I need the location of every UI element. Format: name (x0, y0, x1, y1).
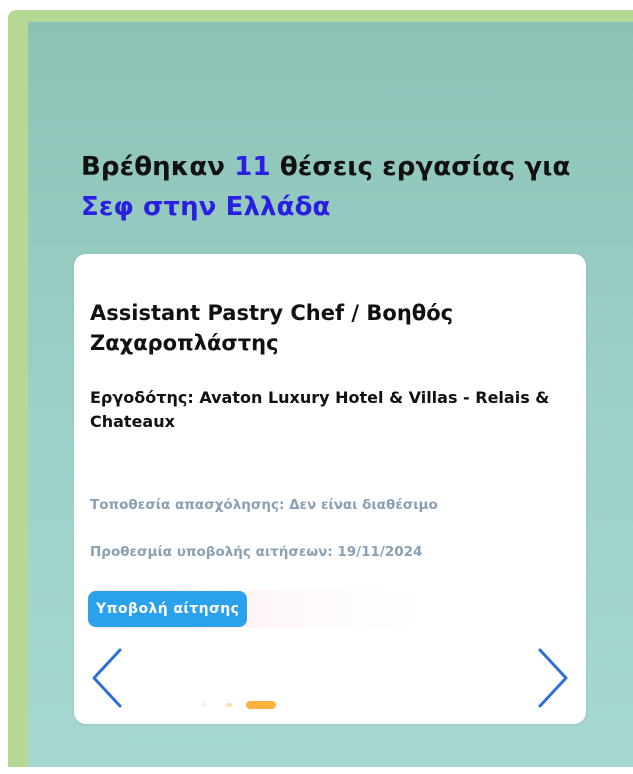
headline-middle: θέσεις εργασίας για (270, 152, 571, 182)
apply-button-wrapper: Υποβολή αίτησης (88, 590, 418, 628)
job-location: Τοποθεσία απασχόλησης: Δεν είναι διαθέσι… (90, 497, 438, 513)
job-title: Assistant Pastry Chef / Βοηθός Ζαχαροπλά… (90, 301, 454, 355)
carousel-dot-1[interactable] (202, 703, 206, 707)
carousel-dot-2[interactable] (226, 703, 232, 707)
results-count: 11 (234, 152, 271, 182)
carousel-prev-button[interactable] (88, 646, 128, 710)
search-query: Σεφ στην Ελλάδα (81, 192, 331, 222)
headline-prefix: Βρέθηκαν (81, 152, 235, 182)
apply-button[interactable]: Υποβολή αίτησης (88, 591, 248, 627)
job-employer: Εργοδότης: Avaton Luxury Hotel & Villas … (90, 388, 550, 431)
chevron-left-icon (92, 648, 122, 708)
chevron-right-icon (538, 648, 568, 708)
carousel-pagination (202, 700, 282, 710)
job-card: Assistant Pastry Chef / Βοηθός Ζαχαροπλά… (74, 254, 586, 724)
job-deadline: Προθεσμία υποβολής αιτήσεων: 19/11/2024 (90, 544, 423, 560)
results-headline: Βρέθηκαν 11 θέσεις εργασίας για Σεφ στην… (81, 147, 581, 227)
carousel-dot-3-active[interactable] (246, 701, 276, 709)
carousel-next-button[interactable] (532, 646, 572, 710)
